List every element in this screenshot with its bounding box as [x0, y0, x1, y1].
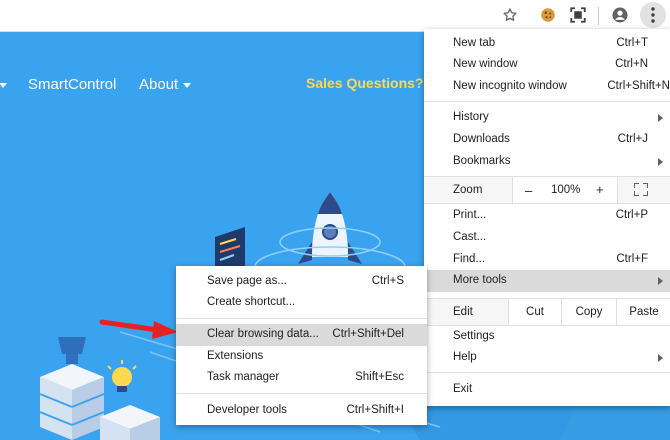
nav-item-about[interactable]: About: [139, 76, 192, 93]
menu-item-downloads[interactable]: Downloads Ctrl+J: [424, 129, 670, 151]
menu-separator: [176, 318, 427, 319]
chevron-right-icon: [658, 158, 663, 166]
menu-item-print[interactable]: Print... Ctrl+P: [424, 205, 670, 227]
menu-item-find[interactable]: Find... Ctrl+F: [424, 249, 670, 271]
menu-item-shortcut: Ctrl+N: [615, 58, 648, 70]
paste-button[interactable]: Paste: [616, 299, 670, 325]
zoom-in-button[interactable]: +: [596, 182, 604, 197]
menu-item-shortcut: Ctrl+Shift+Del: [332, 328, 404, 340]
menu-item-shortcut: Ctrl+P: [615, 209, 648, 221]
browser-toolbar: [0, 0, 670, 32]
chevron-right-icon: [658, 114, 663, 122]
menu-item-label: Task manager: [207, 371, 280, 383]
menu-item-history[interactable]: History: [424, 107, 670, 129]
menu-item-label: New incognito window: [453, 80, 567, 92]
menu-item-label: New tab: [453, 37, 496, 49]
menu-item-shortcut: Ctrl+F: [616, 253, 648, 265]
menu-item-label: Exit: [453, 383, 473, 395]
zoom-row: Zoom – 100% +: [424, 176, 670, 204]
menu-item-shortcut: Ctrl+T: [616, 37, 648, 49]
edit-row: Edit Cut Copy Paste: [424, 298, 670, 326]
menu-item-settings[interactable]: Settings: [424, 326, 670, 348]
menu-separator: [424, 101, 670, 102]
sales-questions-link[interactable]: Sales Questions?: [306, 75, 423, 91]
chevron-right-icon: [658, 277, 663, 285]
zoom-controls: – 100% +: [512, 177, 618, 203]
menu-item-new-tab[interactable]: New tab Ctrl+T: [424, 33, 670, 55]
menu-item-shortcut: Shift+Esc: [355, 371, 404, 383]
account-icon[interactable]: [608, 3, 632, 27]
menu-item-shortcut: Ctrl+S: [371, 275, 404, 287]
menu-separator: [424, 372, 670, 373]
red-arrow-icon: [99, 319, 178, 339]
menu-item-label: Find...: [453, 253, 485, 265]
menu-item-label: History: [453, 111, 489, 123]
chevron-down-icon: [0, 82, 7, 88]
edit-label: Edit: [453, 306, 473, 318]
menu-item-shortcut: Ctrl+Shift+N: [607, 80, 670, 92]
nav-label: About: [139, 76, 179, 93]
menu-item-new-incognito-window[interactable]: New incognito window Ctrl+Shift+N: [424, 76, 670, 98]
submenu-item-clear-browsing-data[interactable]: Clear browsing data... Ctrl+Shift+Del: [176, 324, 427, 346]
menu-item-shortcut: Ctrl+Shift+I: [346, 404, 404, 416]
menu-item-label: Print...: [453, 209, 487, 221]
menu-item-label: Bookmarks: [453, 155, 511, 167]
cut-button[interactable]: Cut: [508, 299, 561, 325]
more-tools-submenu: Save page as... Ctrl+S Create shortcut...…: [176, 266, 427, 425]
copy-button[interactable]: Copy: [561, 299, 616, 325]
zoom-label: Zoom: [453, 184, 483, 196]
menu-item-help[interactable]: Help: [424, 347, 670, 369]
zoom-out-button[interactable]: –: [525, 183, 532, 198]
menu-item-label: Extensions: [207, 350, 264, 362]
submenu-item-create-shortcut[interactable]: Create shortcut...: [176, 292, 427, 314]
menu-item-cast[interactable]: Cast...: [424, 227, 670, 249]
menu-item-new-window[interactable]: New window Ctrl+N: [424, 54, 670, 76]
zoom-level: 100%: [551, 184, 581, 196]
menu-item-label: Downloads: [453, 133, 510, 145]
menu-item-label: New window: [453, 58, 518, 70]
menu-kebab-icon[interactable]: [640, 2, 666, 28]
screen-capture-extension-icon[interactable]: [566, 3, 590, 27]
star-icon[interactable]: [498, 3, 522, 27]
menu-item-label: Create shortcut...: [207, 296, 296, 308]
toolbar-separator: [598, 7, 599, 25]
submenu-item-developer-tools[interactable]: Developer tools Ctrl+Shift+I: [176, 400, 427, 422]
cookie-extension-icon[interactable]: [536, 3, 560, 27]
nav-item-smartcontrol[interactable]: SmartControl: [28, 76, 116, 93]
submenu-item-task-manager[interactable]: Task manager Shift+Esc: [176, 367, 427, 389]
menu-item-label: Developer tools: [207, 404, 287, 416]
menu-item-label: Clear browsing data...: [207, 328, 319, 340]
menu-item-label: Cast...: [453, 231, 487, 243]
menu-item-more-tools[interactable]: More tools: [424, 270, 670, 292]
menu-item-shortcut: Ctrl+J: [617, 133, 648, 145]
nav-label: SmartControl: [28, 76, 117, 93]
menu-item-label: More tools: [453, 274, 507, 286]
chrome-main-menu: New tab Ctrl+T New window Ctrl+N New incog…: [424, 29, 670, 406]
menu-separator: [176, 393, 427, 394]
chevron-right-icon: [658, 354, 663, 362]
menu-item-bookmarks[interactable]: Bookmarks: [424, 151, 670, 173]
nav-caret-partial[interactable]: [0, 76, 7, 93]
menu-item-label: Save page as...: [207, 275, 287, 287]
menu-item-label: Help: [453, 351, 477, 363]
submenu-item-save-page-as[interactable]: Save page as... Ctrl+S: [176, 271, 427, 293]
menu-item-label: Settings: [453, 330, 495, 342]
fullscreen-icon[interactable]: [634, 183, 648, 196]
chevron-down-icon: [183, 82, 192, 88]
menu-item-exit[interactable]: Exit: [424, 379, 670, 401]
submenu-item-extensions[interactable]: Extensions: [176, 346, 427, 368]
